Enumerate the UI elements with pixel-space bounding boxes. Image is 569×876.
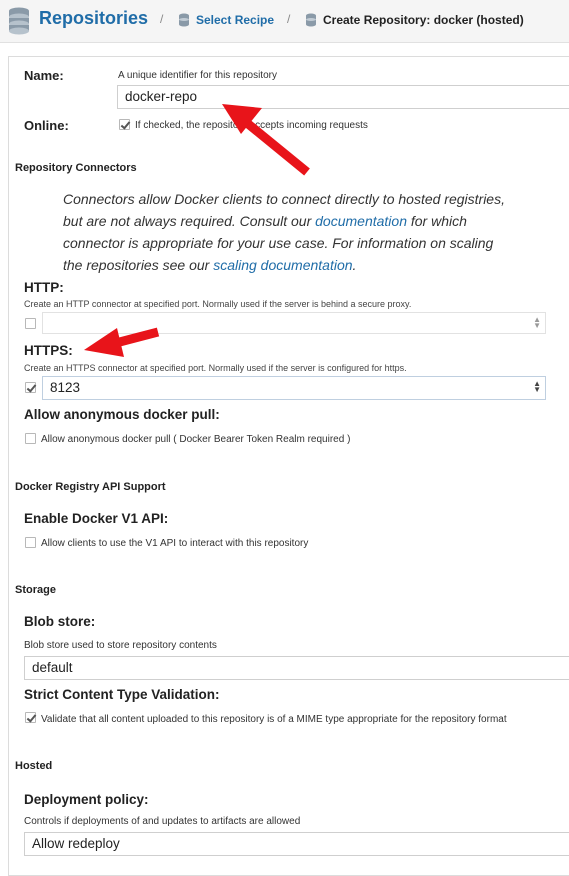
https-checkbox[interactable] [25, 382, 36, 393]
http-help: Create an HTTP connector at specified po… [24, 299, 412, 309]
blob-store-select[interactable]: default [24, 656, 569, 680]
v1-api-label: Enable Docker V1 API: [24, 511, 169, 526]
breadcrumb-separator: / [287, 12, 291, 26]
deployment-policy-help: Controls if deployments of and updates t… [24, 816, 301, 827]
page-header: Repositories / Select Recipe / Create Re… [0, 0, 569, 43]
spinner-icon[interactable]: ▲ ▼ [533, 380, 541, 394]
spinner-icon[interactable]: ▲ ▼ [533, 316, 541, 330]
breadcrumb-select-recipe[interactable]: Select Recipe [196, 13, 274, 27]
http-checkbox[interactable] [25, 318, 36, 329]
database-icon [9, 7, 29, 35]
https-port-value: 8123 [50, 380, 81, 395]
anonymous-pull-label: Allow anonymous docker pull: [24, 407, 220, 422]
http-label: HTTP: [24, 280, 64, 295]
strict-validation-label: Strict Content Type Validation: [24, 687, 220, 702]
blob-store-help: Blob store used to store repository cont… [24, 640, 217, 651]
https-label: HTTPS: [24, 343, 73, 358]
blob-store-label: Blob store: [24, 614, 96, 629]
deployment-policy-select[interactable]: Allow redeploy [24, 832, 569, 856]
anonymous-pull-checkbox[interactable] [25, 433, 36, 444]
connectors-description: Connectors allow Docker clients to conne… [63, 188, 513, 276]
name-label: Name: [24, 68, 64, 83]
section-title-hosted: Hosted [15, 760, 53, 772]
scaling-documentation-link[interactable]: scaling documentation [213, 257, 352, 273]
https-help: Create an HTTPS connector at specified p… [24, 363, 407, 373]
http-port-input[interactable]: ▲ ▼ [42, 312, 546, 334]
strict-validation-checkbox[interactable] [25, 712, 36, 723]
page-title[interactable]: Repositories [39, 8, 148, 29]
connectors-desc-text: . [352, 257, 357, 273]
breadcrumb-current: Create Repository: docker (hosted) [323, 13, 524, 27]
deployment-policy-label: Deployment policy: [24, 792, 149, 807]
strict-validation-checkbox-label: Validate that all content uploaded to th… [41, 714, 507, 725]
https-port-input[interactable]: 8123 ▲ ▼ [42, 376, 546, 400]
anonymous-pull-checkbox-label: Allow anonymous docker pull ( Docker Bea… [41, 434, 351, 445]
database-icon [179, 13, 189, 27]
section-title-storage: Storage [15, 584, 56, 596]
section-title-api: Docker Registry API Support [15, 481, 166, 493]
database-icon [306, 13, 316, 27]
online-checkbox-label: If checked, the repository accepts incom… [135, 120, 368, 131]
online-label: Online: [24, 118, 69, 133]
v1-api-checkbox[interactable] [25, 537, 36, 548]
name-input[interactable]: docker-repo [117, 85, 569, 109]
section-title-connectors: Repository Connectors [15, 162, 137, 174]
online-checkbox[interactable] [119, 119, 130, 130]
v1-api-checkbox-label: Allow clients to use the V1 API to inter… [41, 538, 309, 549]
name-help: A unique identifier for this repository [118, 70, 277, 81]
repository-form [8, 56, 569, 876]
breadcrumb-separator: / [160, 12, 164, 26]
documentation-link[interactable]: documentation [315, 213, 407, 229]
